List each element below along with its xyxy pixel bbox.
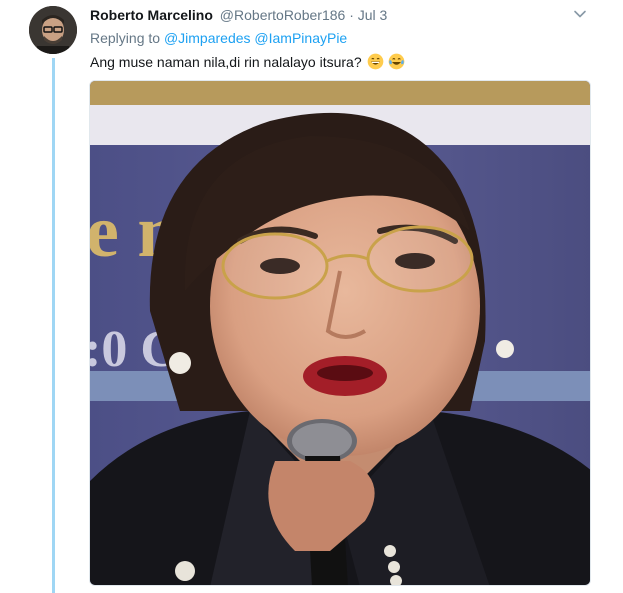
grinning-face-emoji-icon bbox=[367, 53, 383, 70]
tears-of-joy-emoji-icon bbox=[389, 53, 405, 70]
replying-to-label: Replying to bbox=[90, 30, 161, 46]
thread-line bbox=[52, 58, 55, 593]
avatar[interactable] bbox=[29, 6, 77, 54]
tweet-text: Ang muse naman nila,di rin nalalayo itsu… bbox=[90, 53, 405, 71]
tweet-date[interactable]: Jul 3 bbox=[358, 7, 388, 23]
author-name[interactable]: Roberto Marcelino bbox=[90, 7, 213, 23]
author-handle[interactable]: @RobertoRober186 bbox=[220, 7, 346, 23]
tweet-header: Roberto Marcelino @RobertoRober186 · Jul… bbox=[90, 5, 583, 25]
tweet-photo[interactable]: e mo :0 Club bbox=[89, 80, 591, 586]
mention-link[interactable]: @IamPinayPie bbox=[254, 30, 347, 46]
replying-to: Replying to @Jimparedes @IamPinayPie bbox=[90, 29, 347, 47]
tweet-body: Ang muse naman nila,di rin nalalayo itsu… bbox=[90, 54, 362, 70]
mention-link[interactable]: @Jimparedes bbox=[164, 30, 251, 46]
photo-image: e mo :0 Club bbox=[90, 81, 590, 585]
separator-dot: · bbox=[349, 7, 354, 23]
chevron-down-icon[interactable] bbox=[572, 6, 588, 22]
